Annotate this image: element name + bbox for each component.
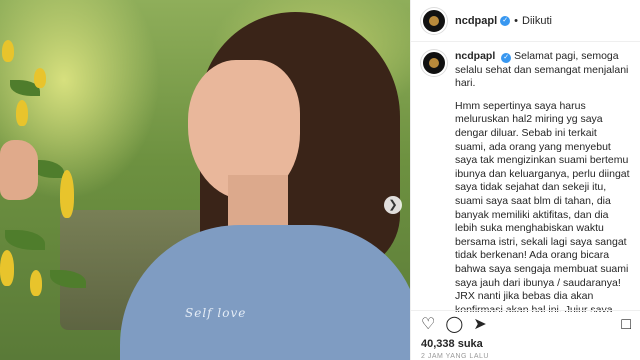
share-icon[interactable]: ➤: [473, 317, 486, 333]
post-actions: ♡ ◯ ➤ □ 40,338 suka 2 JAM YANG LALU: [411, 310, 640, 360]
post-caption: ncdpapl ✓ Selamat pagi, semoga selalu se…: [455, 50, 630, 312]
post-timestamp: 2 JAM YANG LALU: [421, 353, 489, 360]
woman-hand: [0, 140, 38, 200]
chevron-right-icon[interactable]: ❯: [384, 196, 402, 214]
avatar[interactable]: [421, 7, 447, 34]
verified-icon: ✓: [501, 53, 512, 63]
header-separator: •: [514, 14, 519, 27]
bookmark-icon[interactable]: □: [621, 317, 631, 333]
action-bar: ♡ ◯ ➤ □: [421, 316, 631, 334]
heart-icon[interactable]: ♡: [421, 317, 435, 333]
avatar[interactable]: [421, 50, 447, 76]
caption-area[interactable]: ncdpapl ✓ Selamat pagi, semoga selalu se…: [411, 42, 640, 312]
post-header: ncdpapl ✓ • Diikuti: [411, 0, 640, 42]
comment-icon[interactable]: ◯: [445, 317, 463, 333]
post-photo[interactable]: Self love ❯: [0, 0, 410, 360]
caption-paragraph-2: Hmm sepertinya saya harus meluruskan hal…: [455, 99, 630, 312]
verified-icon: ✓: [500, 15, 511, 26]
instagram-post-view: Self love ❯ ncdpapl ✓ • Diikuti ncdpapl …: [0, 0, 640, 360]
shirt-print: Self love: [185, 306, 247, 320]
follow-status-button[interactable]: Diikuti: [522, 15, 552, 27]
caption-username[interactable]: ncdpapl: [455, 50, 495, 62]
yellow-flowers: [0, 40, 100, 360]
header-username[interactable]: ncdpapl: [455, 15, 497, 27]
like-count[interactable]: 40,338 suka: [421, 338, 631, 350]
post-sidebar: ncdpapl ✓ • Diikuti ncdpapl ✓ Selamat pa…: [410, 0, 640, 360]
